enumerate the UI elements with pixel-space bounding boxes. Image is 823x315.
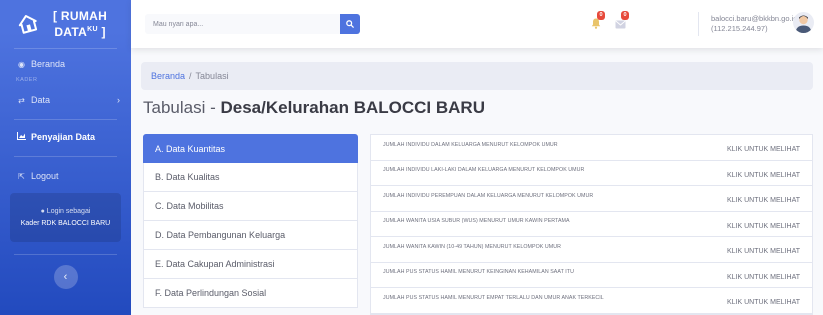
brand-line2: DATAKU ]: [53, 23, 107, 39]
palette-icon: ◉: [18, 59, 25, 69]
view-link[interactable]: KLIK UNTUK MELIHAT: [727, 274, 800, 281]
login-info-box: ● Login sebagai Kader RDK BALOCCI BARU: [10, 193, 121, 242]
sign-out-icon: ⇱: [18, 171, 25, 181]
category-item[interactable]: A. Data Kuantitas: [143, 134, 358, 163]
category-item[interactable]: F. Data Perlindungan Sosial: [143, 279, 358, 308]
category-item[interactable]: E. Data Cakupan Administrasi: [143, 250, 358, 279]
table-row: JUMLAH PUS STATUS HAMIL MENURUT KEINGINA…: [371, 263, 812, 288]
table-row: JUMLAH WANITA KAWIN (10-49 TAHUN) MENURU…: [371, 237, 812, 263]
table-row: JUMLAH INDIVIDU PEREMPUAN DALAM KELUARGA…: [371, 186, 812, 212]
sidebar-brand[interactable]: [ RUMAH DATAKU ]: [0, 0, 131, 48]
avatar[interactable]: [793, 12, 814, 33]
sidebar-item-beranda[interactable]: ◉ Beranda: [0, 59, 131, 69]
sidebar-item-data[interactable]: ⇄ Data ›: [0, 95, 131, 105]
exchange-icon: ⇄: [18, 95, 25, 105]
page-title-prefix: Tabulasi -: [143, 98, 221, 117]
table-row-label: JUMLAH INDIVIDU PEREMPUAN DALAM KELUARGA…: [383, 192, 594, 199]
page-title-location: Desa/Kelurahan BALOCCI BARU: [220, 98, 485, 117]
sidebar-item-beranda-label: Beranda: [31, 59, 66, 69]
search-input[interactable]: [145, 14, 340, 34]
user-avatar-icon: [795, 15, 812, 33]
login-as-line: ● Login sebagai: [41, 208, 91, 215]
login-as-label: Login sebagai: [46, 208, 91, 215]
view-link[interactable]: KLIK UNTUK MELIHAT: [727, 172, 800, 179]
login-role: Kader RDK BALOCCI BARU: [20, 220, 111, 227]
tabulasi-table: JUMLAH INDIVIDU DALAM KELUARGA MENURUT K…: [370, 134, 813, 315]
sidebar-toggle-button[interactable]: ‹: [53, 265, 78, 289]
breadcrumb-separator: /: [189, 71, 192, 81]
topbar: 0 0 balocci.baru@bkkbn.go.id (112.215.24…: [131, 0, 823, 48]
view-link[interactable]: KLIK UNTUK MELIHAT: [727, 223, 800, 230]
sidebar-item-logout-label: Logout: [31, 171, 59, 181]
category-item[interactable]: B. Data Kualitas: [143, 163, 358, 192]
table-row-label: JUMLAH WANITA KAWIN (10-49 TAHUN) MENURU…: [383, 243, 561, 250]
table-row-label: JUMLAH WANITA USIA SUBUR (WUS) MENURUT U…: [383, 218, 570, 225]
user-dropdown[interactable]: balocci.baru@bkkbn.go.id (112.215.244.97…: [711, 14, 797, 34]
breadcrumb-current: Tabulasi: [195, 71, 229, 81]
sidebar-toggle-wrap: ‹: [0, 265, 131, 289]
search-icon: [346, 20, 354, 28]
table-row: JUMLAH INDIVIDU LAKI-LAKI DALAM KELUARGA…: [371, 161, 812, 186]
sidebar-item-penyajian-data[interactable]: Penyajian Data: [0, 132, 131, 142]
table-row-label: JUMLAH INDIVIDU DALAM KELUARGA MENURUT K…: [383, 141, 558, 148]
table-row: JUMLAH PUS STATUS HAMIL MENURUT EMPAT TE…: [371, 288, 812, 314]
envelope-icon: [615, 20, 626, 29]
sidebar-item-penyajian-label: Penyajian Data: [31, 132, 96, 142]
chart-area-icon: [16, 132, 27, 142]
table-row-label: JUMLAH PUS STATUS HAMIL MENURUT EMPAT TE…: [383, 294, 604, 301]
category-list: A. Data Kuantitas B. Data Kualitas C. Da…: [143, 134, 358, 308]
user-ip: (112.215.244.97): [711, 24, 768, 33]
table-row-label: JUMLAH INDIVIDU LAKI-LAKI DALAM KELUARGA…: [383, 167, 585, 174]
chevron-right-icon: ›: [117, 95, 120, 105]
search-button[interactable]: [340, 14, 360, 34]
view-link[interactable]: KLIK UNTUK MELIHAT: [727, 146, 800, 153]
chevron-left-icon: ‹: [63, 271, 68, 283]
table-row: JUMLAH WANITA USIA SUBUR (WUS) MENURUT U…: [371, 212, 812, 237]
sidebar: [ RUMAH DATAKU ] ◉ Beranda KADER ⇄ Data …: [0, 0, 131, 315]
sidebar-item-logout[interactable]: ⇱ Logout: [0, 171, 131, 181]
topbar-divider: [698, 12, 699, 36]
view-link[interactable]: KLIK UNTUK MELIHAT: [727, 197, 800, 204]
messages-dropdown[interactable]: 0: [615, 11, 630, 34]
brand-text: [ RUMAH DATAKU ]: [53, 8, 108, 39]
messages-count-badge: 0: [621, 11, 630, 20]
category-item[interactable]: D. Data Pembangunan Keluarga: [143, 221, 358, 250]
category-item[interactable]: C. Data Mobilitas: [143, 192, 358, 221]
view-link[interactable]: KLIK UNTUK MELIHAT: [727, 248, 800, 255]
sidebar-item-data-label: Data: [31, 95, 51, 105]
alerts-count-badge: 0: [597, 11, 606, 20]
view-link[interactable]: KLIK UNTUK MELIHAT: [727, 299, 800, 306]
user-email: balocci.baru@bkkbn.go.id: [711, 14, 798, 23]
user-icon: ●: [40, 208, 45, 215]
brand-close: ]: [97, 24, 106, 39]
house-icon: [18, 15, 38, 34]
search-group: [145, 14, 360, 34]
brand-line1: [ RUMAH: [53, 8, 108, 23]
page-title: Tabulasi - Desa/Kelurahan BALOCCI BARU: [143, 98, 485, 118]
breadcrumb-home[interactable]: Beranda: [151, 71, 185, 81]
alerts-dropdown[interactable]: 0: [591, 11, 606, 34]
table-row: JUMLAH INDIVIDU DALAM KELUARGA MENURUT K…: [371, 135, 812, 161]
table-row-label: JUMLAH PUS STATUS HAMIL MENURUT KEINGINA…: [383, 269, 574, 276]
brand-sup: KU: [87, 25, 98, 33]
breadcrumb: Beranda / Tabulasi: [141, 62, 813, 90]
brand-data: DATA: [54, 24, 88, 39]
